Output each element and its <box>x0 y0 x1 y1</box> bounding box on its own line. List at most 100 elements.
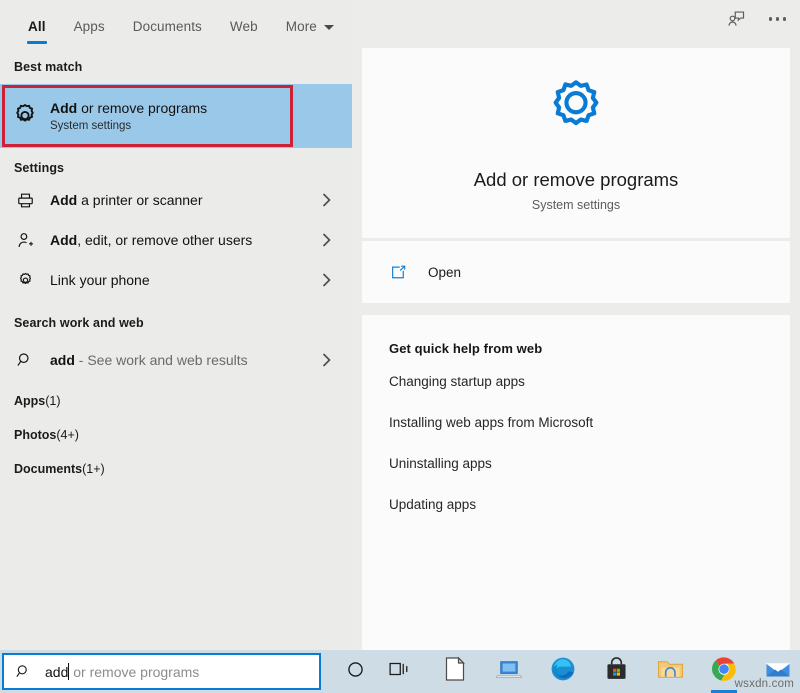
preview-subtitle: System settings <box>531 198 621 212</box>
task-view-icon <box>388 659 410 684</box>
tab-more[interactable]: More <box>272 0 348 52</box>
chrome-icon <box>711 656 737 687</box>
help-link-changing-startup-apps[interactable]: Changing startup apps <box>389 366 790 397</box>
gear-icon <box>0 260 50 300</box>
settings-section-header: Settings <box>14 161 65 175</box>
file-explorer-button[interactable] <box>648 650 692 693</box>
chevron-right-icon[interactable] <box>319 353 333 367</box>
web-search-query: add <box>50 352 75 368</box>
store-bag-icon <box>604 656 629 687</box>
feedback-person-icon[interactable] <box>725 8 747 30</box>
quick-help-links: Changing startup apps Installing web app… <box>389 366 790 520</box>
tab-all[interactable]: All <box>14 0 60 52</box>
settings-item-add-edit-remove-users[interactable]: Add, edit, or remove other users <box>0 220 352 260</box>
search-work-and-web-header: Search work and web <box>14 316 144 330</box>
laptop-icon <box>495 657 523 686</box>
settings-item-label: Add a printer or scanner <box>50 192 203 208</box>
best-match-container: Add or remove programs System settings <box>0 84 352 148</box>
best-match-text: Add or remove programs System settings <box>50 100 207 131</box>
open-action-label: Open <box>428 264 462 280</box>
person-add-icon <box>0 220 50 260</box>
taskbar-search-input[interactable]: add or remove programs <box>2 653 322 690</box>
best-match-title-rest: or remove programs <box>77 100 208 117</box>
settings-item-label-rest: , edit, or remove other users <box>77 232 253 248</box>
best-match-result-add-or-remove-programs[interactable]: Add or remove programs System settings <box>0 84 352 148</box>
category-counts-list: Apps (1) Photos (4+) Documents (1+) <box>0 384 352 486</box>
chevron-right-icon[interactable] <box>319 193 333 207</box>
gear-icon <box>539 74 613 153</box>
preview-title: Add or remove programs <box>473 169 679 190</box>
document-app-button[interactable] <box>433 650 477 693</box>
ellipsis-more-icon[interactable] <box>768 17 786 21</box>
search-filter-tabs: All Apps Documents Web More <box>0 0 352 52</box>
tab-web[interactable]: Web <box>216 0 272 52</box>
quick-help-title: Get quick help from web <box>389 341 543 356</box>
microsoft-store-button[interactable] <box>595 650 639 693</box>
web-search-result-row[interactable]: add - See work and web results <box>0 340 352 380</box>
settings-item-label-bold: Add <box>50 192 78 208</box>
watermark: wsxdn.com <box>734 678 794 690</box>
open-action-row[interactable]: Open <box>362 241 790 303</box>
search-results-panel: All Apps Documents Web More Best match A… <box>0 0 352 650</box>
tab-documents[interactable]: Documents <box>119 0 216 52</box>
category-count-documents[interactable]: Documents (1+) <box>0 452 352 486</box>
search-typed-value: add <box>45 663 69 680</box>
gear-icon <box>0 84 50 148</box>
chevron-right-icon[interactable] <box>319 233 333 247</box>
category-count-photos-label: Photos <box>14 428 57 442</box>
search-flyout: All Apps Documents Web More Best match A… <box>0 0 800 652</box>
app-preview-card: Add or remove programs System settings <box>362 48 790 238</box>
best-match-title: Add or remove programs <box>50 100 207 116</box>
help-link-uninstalling-apps[interactable]: Uninstalling apps <box>389 448 790 479</box>
cortana-circle-icon <box>346 660 365 684</box>
tab-more-label: More <box>285 18 317 34</box>
help-link-updating-apps[interactable]: Updating apps <box>389 489 790 520</box>
web-search-result-label: add - See work and web results <box>50 352 248 368</box>
document-icon <box>443 656 467 687</box>
tab-all-label: All <box>28 18 46 34</box>
tab-documents-label: Documents <box>132 18 202 34</box>
flyout-header-actions <box>725 8 786 30</box>
category-count-photos[interactable]: Photos (4+) <box>0 418 352 452</box>
search-input-text: add or remove programs <box>45 663 199 680</box>
settings-results-list: Add a printer or scanner Add, edit, or r… <box>0 180 352 300</box>
tab-apps-label: Apps <box>73 18 105 34</box>
printer-icon <box>0 180 50 220</box>
windows-search-screen: All Apps Documents Web More Best match A… <box>0 0 800 693</box>
settings-item-label-bold: Add <box>50 232 78 248</box>
category-count-documents-label: Documents <box>14 462 83 476</box>
settings-item-label-rest: a printer or scanner <box>77 192 203 208</box>
tab-web-label: Web <box>229 18 258 34</box>
best-match-title-bold: Add <box>50 100 78 117</box>
settings-item-label: Link your phone <box>50 272 150 288</box>
edge-browser-button[interactable] <box>541 650 585 693</box>
settings-item-add-printer-or-scanner[interactable]: Add a printer or scanner <box>0 180 352 220</box>
search-icon <box>15 663 32 680</box>
chevron-down-icon <box>323 24 334 30</box>
help-link-installing-web-apps[interactable]: Installing web apps from Microsoft <box>389 407 790 438</box>
folder-icon <box>657 658 684 686</box>
edge-icon <box>550 656 576 687</box>
category-count-apps[interactable]: Apps (1) <box>0 384 352 418</box>
remote-desktop-button[interactable] <box>487 650 531 693</box>
quick-help-card: Get quick help from web Changing startup… <box>362 315 790 652</box>
search-autocomplete-suggestion: or remove programs <box>69 663 200 680</box>
web-search-hint: - See work and web results <box>74 352 248 368</box>
settings-item-label: Add, edit, or remove other users <box>50 232 252 248</box>
preview-panel: Add or remove programs System settings O… <box>352 0 800 652</box>
open-external-icon <box>389 263 408 282</box>
best-match-subtitle: System settings <box>50 119 132 132</box>
chevron-right-icon[interactable] <box>319 273 333 287</box>
category-count-documents-value: (1+) <box>82 462 105 476</box>
task-view-button[interactable] <box>377 650 421 693</box>
category-count-apps-label: Apps <box>14 394 46 408</box>
best-match-header: Best match <box>14 60 83 74</box>
tab-apps[interactable]: Apps <box>60 0 119 52</box>
search-icon <box>0 340 50 380</box>
taskbar: add or remove programs wsxdn.com <box>0 650 800 693</box>
category-count-photos-value: (4+) <box>56 428 79 442</box>
settings-item-link-your-phone[interactable]: Link your phone <box>0 260 352 300</box>
category-count-apps-value: (1) <box>45 394 61 408</box>
settings-item-label-rest: Link your phone <box>50 272 150 288</box>
cortana-button[interactable] <box>333 650 377 693</box>
